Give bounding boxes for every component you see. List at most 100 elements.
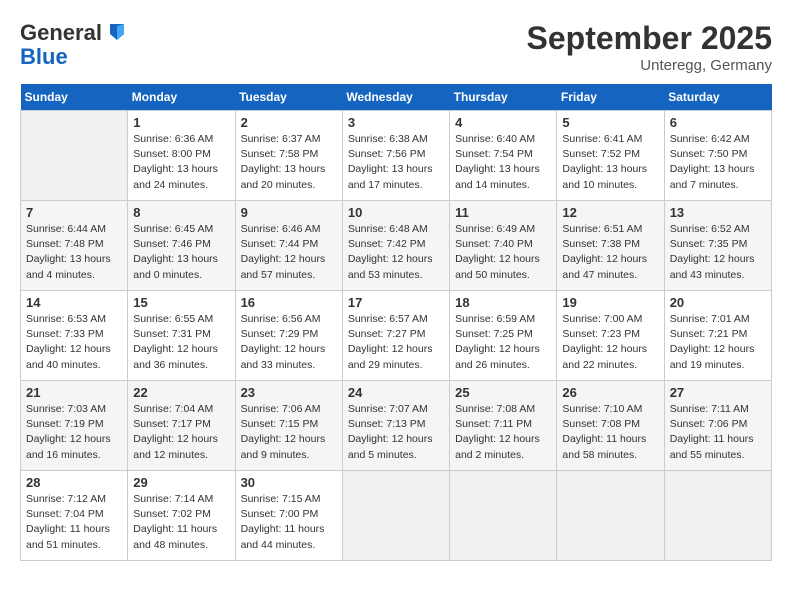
calendar-cell: 20Sunrise: 7:01 AMSunset: 7:21 PMDayligh… bbox=[664, 291, 771, 381]
day-info: Sunrise: 7:15 AMSunset: 7:00 PMDaylight:… bbox=[241, 492, 337, 553]
week-row-5: 28 Sunrise: 7:12 AMSunset: 7:04 PMDayligh… bbox=[21, 471, 772, 561]
day-number: 10 bbox=[348, 205, 444, 220]
day-number: 26 bbox=[562, 385, 658, 400]
logo-arrow-icon bbox=[108, 22, 126, 45]
calendar-cell: 13 Sunrise: 6:52 AMSunset: 7:35 PMDayligh… bbox=[664, 201, 771, 291]
location: Unteregg, Germany bbox=[527, 57, 772, 74]
title-section: September 2025 Unteregg, Germany bbox=[527, 20, 772, 74]
calendar-table: SundayMondayTuesdayWednesdayThursdayFrid… bbox=[20, 84, 772, 561]
week-row-4: 21 Sunrise: 7:03 AMSunset: 7:19 PMDayligh… bbox=[21, 381, 772, 471]
weekday-header-thursday: Thursday bbox=[450, 84, 557, 111]
day-info: Sunrise: 6:42 AMSunset: 7:50 PMDaylight:… bbox=[670, 132, 766, 193]
day-number: 20 bbox=[670, 295, 766, 310]
day-info: Sunrise: 6:38 AMSunset: 7:56 PMDaylight:… bbox=[348, 132, 444, 193]
day-number: 4 bbox=[455, 115, 551, 130]
week-row-3: 14 Sunrise: 6:53 AMSunset: 7:33 PMDayligh… bbox=[21, 291, 772, 381]
day-number: 22 bbox=[133, 385, 229, 400]
weekday-header-monday: Monday bbox=[128, 84, 235, 111]
day-number: 14 bbox=[26, 295, 122, 310]
page-header: General Blue September 2025 Unteregg, Ge… bbox=[20, 20, 772, 74]
weekday-header-saturday: Saturday bbox=[664, 84, 771, 111]
day-number: 1 bbox=[133, 115, 229, 130]
day-number: 8 bbox=[133, 205, 229, 220]
calendar-cell: 23 Sunrise: 7:06 AMSunset: 7:15 PMDayligh… bbox=[235, 381, 342, 471]
day-info: Sunrise: 6:40 AMSunset: 7:54 PMDaylight:… bbox=[455, 132, 551, 193]
day-info: Sunrise: 7:03 AMSunset: 7:19 PMDaylight:… bbox=[26, 402, 122, 463]
day-number: 21 bbox=[26, 385, 122, 400]
day-info: Sunrise: 6:46 AMSunset: 7:44 PMDaylight:… bbox=[241, 222, 337, 283]
calendar-cell bbox=[21, 111, 128, 201]
calendar-cell: 16 Sunrise: 6:56 AMSunset: 7:29 PMDayligh… bbox=[235, 291, 342, 381]
day-number: 29 bbox=[133, 475, 229, 490]
calendar-cell: 1 Sunrise: 6:36 AMSunset: 8:00 PMDaylight… bbox=[128, 111, 235, 201]
day-number: 25 bbox=[455, 385, 551, 400]
calendar-cell: 28 Sunrise: 7:12 AMSunset: 7:04 PMDayligh… bbox=[21, 471, 128, 561]
day-info: Sunrise: 6:52 AMSunset: 7:35 PMDaylight:… bbox=[670, 222, 766, 283]
day-info: Sunrise: 6:36 AMSunset: 8:00 PMDaylight:… bbox=[133, 132, 229, 193]
day-number: 9 bbox=[241, 205, 337, 220]
day-info: Sunrise: 7:14 AMSunset: 7:02 PMDaylight:… bbox=[133, 492, 229, 553]
day-number: 13 bbox=[670, 205, 766, 220]
logo-general: General bbox=[20, 20, 102, 46]
weekday-header-friday: Friday bbox=[557, 84, 664, 111]
day-info: Sunrise: 6:55 AMSunset: 7:31 PMDaylight:… bbox=[133, 312, 229, 373]
day-info: Sunrise: 7:00 AMSunset: 7:23 PMDaylight:… bbox=[562, 312, 658, 373]
calendar-cell: 8Sunrise: 6:45 AMSunset: 7:46 PMDaylight… bbox=[128, 201, 235, 291]
calendar-cell: 17 Sunrise: 6:57 AMSunset: 7:27 PMDayligh… bbox=[342, 291, 449, 381]
calendar-cell bbox=[450, 471, 557, 561]
calendar-cell: 18 Sunrise: 6:59 AMSunset: 7:25 PMDayligh… bbox=[450, 291, 557, 381]
calendar-cell: 3Sunrise: 6:38 AMSunset: 7:56 PMDaylight… bbox=[342, 111, 449, 201]
day-number: 2 bbox=[241, 115, 337, 130]
day-number: 17 bbox=[348, 295, 444, 310]
day-number: 18 bbox=[455, 295, 551, 310]
day-info: Sunrise: 6:57 AMSunset: 7:27 PMDaylight:… bbox=[348, 312, 444, 373]
weekday-header-row: SundayMondayTuesdayWednesdayThursdayFrid… bbox=[21, 84, 772, 111]
day-info: Sunrise: 6:53 AMSunset: 7:33 PMDaylight:… bbox=[26, 312, 122, 373]
day-number: 6 bbox=[670, 115, 766, 130]
calendar-cell: 9 Sunrise: 6:46 AMSunset: 7:44 PMDaylight… bbox=[235, 201, 342, 291]
day-number: 11 bbox=[455, 205, 551, 220]
day-info: Sunrise: 7:10 AMSunset: 7:08 PMDaylight:… bbox=[562, 402, 658, 463]
weekday-header-sunday: Sunday bbox=[21, 84, 128, 111]
calendar-cell: 26 Sunrise: 7:10 AMSunset: 7:08 PMDayligh… bbox=[557, 381, 664, 471]
calendar-cell: 4 Sunrise: 6:40 AMSunset: 7:54 PMDaylight… bbox=[450, 111, 557, 201]
calendar-cell: 12Sunrise: 6:51 AMSunset: 7:38 PMDayligh… bbox=[557, 201, 664, 291]
day-info: Sunrise: 6:59 AMSunset: 7:25 PMDaylight:… bbox=[455, 312, 551, 373]
calendar-cell bbox=[664, 471, 771, 561]
day-info: Sunrise: 6:44 AMSunset: 7:48 PMDaylight:… bbox=[26, 222, 122, 283]
day-info: Sunrise: 6:49 AMSunset: 7:40 PMDaylight:… bbox=[455, 222, 551, 283]
day-info: Sunrise: 6:56 AMSunset: 7:29 PMDaylight:… bbox=[241, 312, 337, 373]
day-number: 28 bbox=[26, 475, 122, 490]
calendar-cell: 22 Sunrise: 7:04 AMSunset: 7:17 PMDayligh… bbox=[128, 381, 235, 471]
calendar-cell: 24 Sunrise: 7:07 AMSunset: 7:13 PMDayligh… bbox=[342, 381, 449, 471]
calendar-cell: 5Sunrise: 6:41 AMSunset: 7:52 PMDaylight… bbox=[557, 111, 664, 201]
calendar-cell: 7Sunrise: 6:44 AMSunset: 7:48 PMDaylight… bbox=[21, 201, 128, 291]
day-info: Sunrise: 7:12 AMSunset: 7:04 PMDaylight:… bbox=[26, 492, 122, 553]
day-info: Sunrise: 6:37 AMSunset: 7:58 PMDaylight:… bbox=[241, 132, 337, 193]
day-number: 12 bbox=[562, 205, 658, 220]
day-info: Sunrise: 7:11 AMSunset: 7:06 PMDaylight:… bbox=[670, 402, 766, 463]
calendar-cell: 2 Sunrise: 6:37 AMSunset: 7:58 PMDaylight… bbox=[235, 111, 342, 201]
day-number: 23 bbox=[241, 385, 337, 400]
day-info: Sunrise: 7:06 AMSunset: 7:15 PMDaylight:… bbox=[241, 402, 337, 463]
calendar-cell: 15Sunrise: 6:55 AMSunset: 7:31 PMDayligh… bbox=[128, 291, 235, 381]
day-info: Sunrise: 7:07 AMSunset: 7:13 PMDaylight:… bbox=[348, 402, 444, 463]
calendar-cell: 25Sunrise: 7:08 AMSunset: 7:11 PMDayligh… bbox=[450, 381, 557, 471]
weekday-header-wednesday: Wednesday bbox=[342, 84, 449, 111]
day-info: Sunrise: 7:04 AMSunset: 7:17 PMDaylight:… bbox=[133, 402, 229, 463]
month-title: September 2025 bbox=[527, 20, 772, 57]
day-number: 16 bbox=[241, 295, 337, 310]
day-info: Sunrise: 6:41 AMSunset: 7:52 PMDaylight:… bbox=[562, 132, 658, 193]
calendar-cell: 14 Sunrise: 6:53 AMSunset: 7:33 PMDayligh… bbox=[21, 291, 128, 381]
day-number: 24 bbox=[348, 385, 444, 400]
weekday-header-tuesday: Tuesday bbox=[235, 84, 342, 111]
calendar-cell: 11 Sunrise: 6:49 AMSunset: 7:40 PMDayligh… bbox=[450, 201, 557, 291]
calendar-cell: 29 Sunrise: 7:14 AMSunset: 7:02 PMDayligh… bbox=[128, 471, 235, 561]
calendar-cell bbox=[342, 471, 449, 561]
day-info: Sunrise: 6:48 AMSunset: 7:42 PMDaylight:… bbox=[348, 222, 444, 283]
calendar-cell: 10 Sunrise: 6:48 AMSunset: 7:42 PMDayligh… bbox=[342, 201, 449, 291]
logo: General Blue bbox=[20, 20, 126, 68]
logo-blue: Blue bbox=[20, 46, 68, 68]
week-row-1: 1 Sunrise: 6:36 AMSunset: 8:00 PMDaylight… bbox=[21, 111, 772, 201]
calendar-cell: 27Sunrise: 7:11 AMSunset: 7:06 PMDayligh… bbox=[664, 381, 771, 471]
